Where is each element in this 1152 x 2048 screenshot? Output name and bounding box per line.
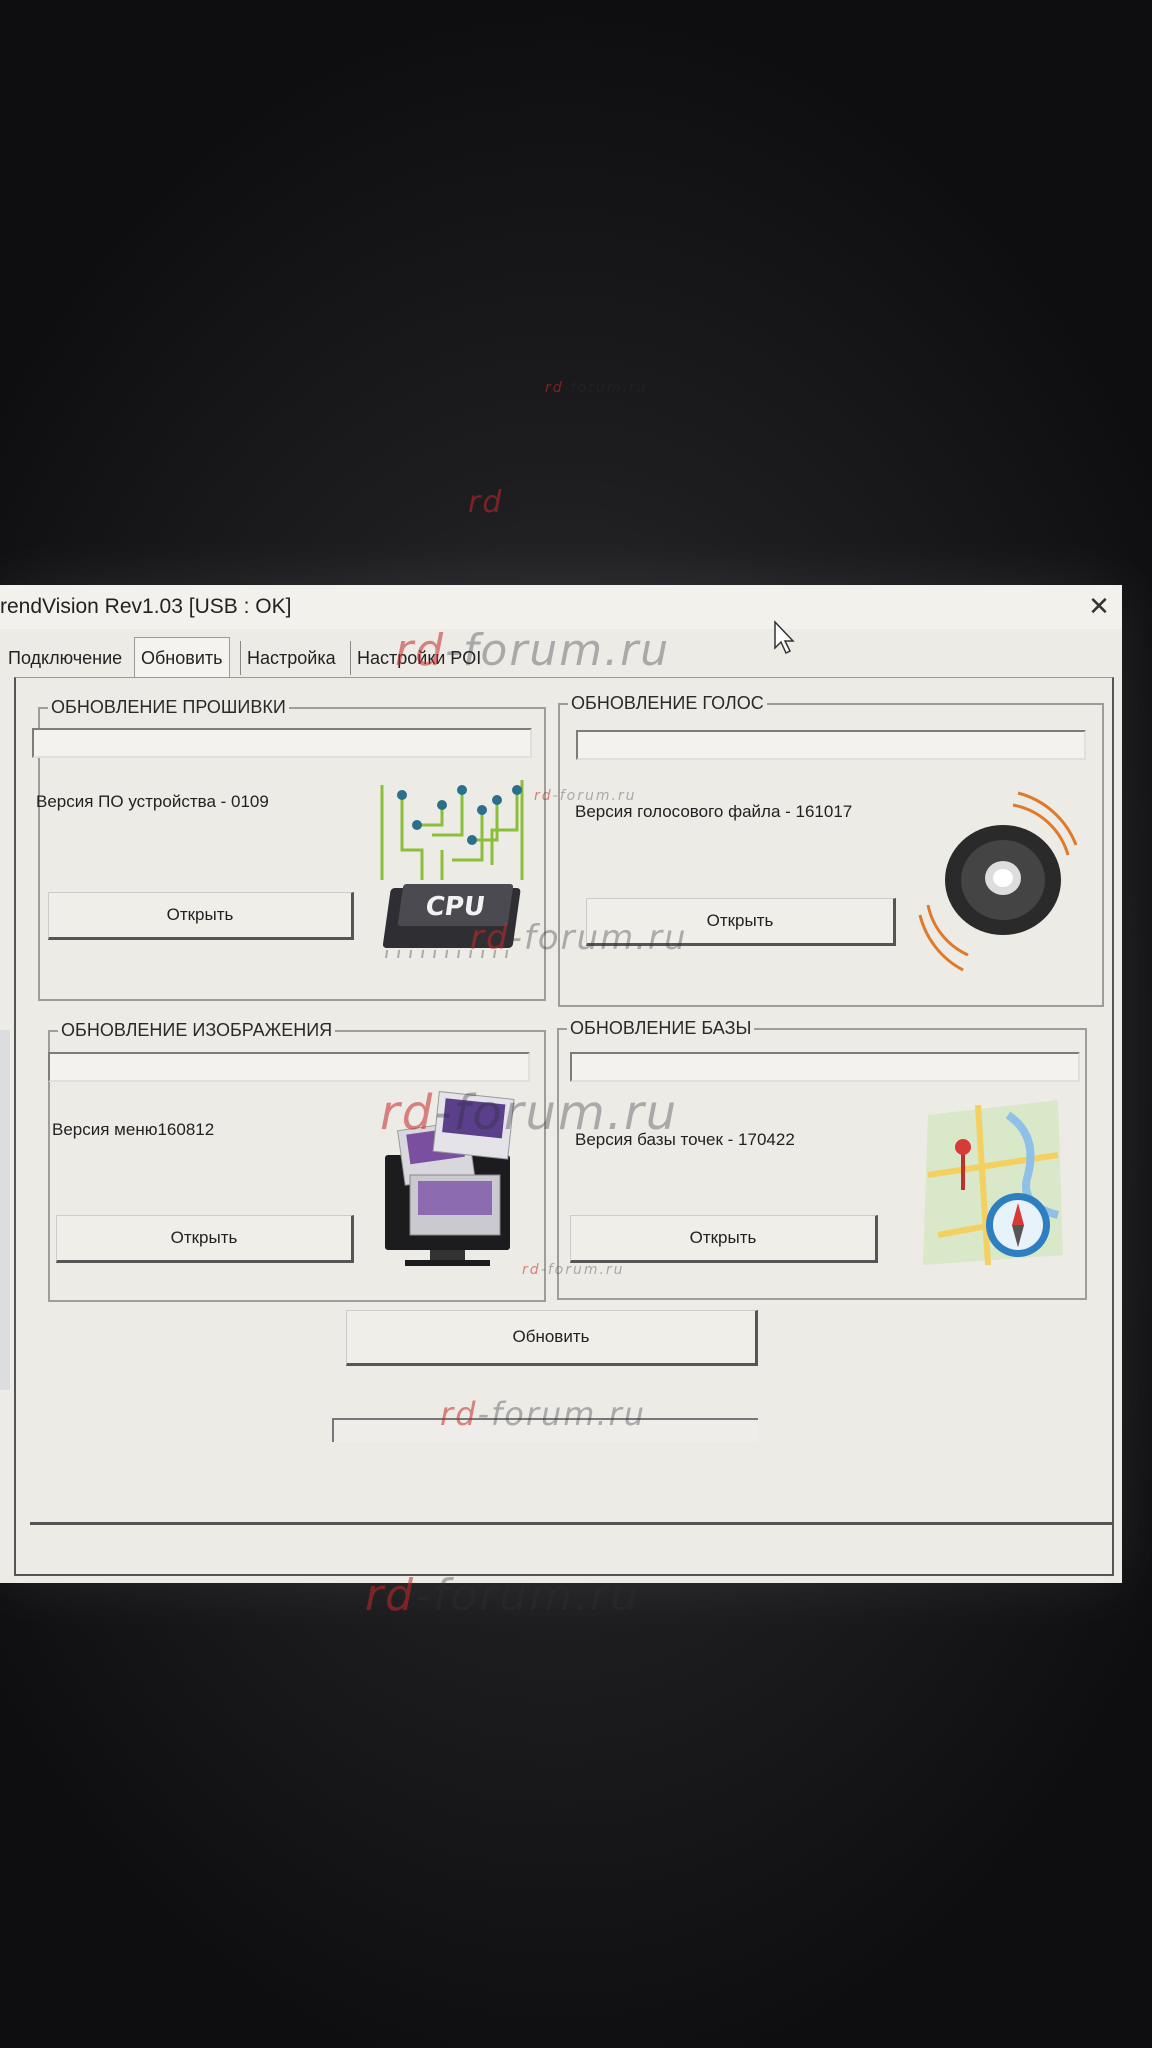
images-group-title: ОБНОВЛЕНИЕ ИЗОБРАЖЕНИЯ: [58, 1020, 336, 1041]
mouse-cursor-icon: [773, 620, 797, 661]
background-window-edge: [0, 1030, 10, 1390]
voice-open-button[interactable]: Открыть: [586, 898, 896, 946]
total-progress-bar: [332, 1418, 758, 1442]
cpu-icon: CPU: [372, 770, 532, 970]
images-open-button[interactable]: Открыть: [56, 1215, 354, 1263]
voice-group-title: ОБНОВЛЕНИЕ ГОЛОС: [568, 693, 767, 714]
update-button[interactable]: Обновить: [346, 1310, 758, 1366]
tab-poi-settings[interactable]: Настройки POI: [350, 641, 487, 675]
tab-update[interactable]: Обновить: [134, 637, 230, 678]
images-progress-bar: [48, 1052, 530, 1082]
firmware-progress-bar: [32, 728, 532, 758]
firmware-open-button[interactable]: Открыть: [48, 892, 354, 940]
images-monitor-icon: [380, 1085, 530, 1275]
close-button[interactable]: ✕: [1084, 591, 1114, 621]
voice-version: Версия голосового файла - 161017: [575, 802, 853, 821]
voice-progress-bar: [576, 730, 1086, 760]
window-title: rendVision Rev1.03 [USB : OK]: [0, 595, 292, 618]
tab-bar: Подключение Обновить Настройка Настройки…: [0, 637, 1122, 678]
database-group-title: ОБНОВЛЕНИЕ БАЗЫ: [567, 1018, 755, 1039]
firmware-version: Версия ПО устройства - 0109: [36, 792, 269, 811]
speaker-icon: [918, 785, 1078, 975]
images-version: Версия меню160812: [52, 1120, 215, 1139]
database-version: Версия базы точек - 170422: [575, 1130, 795, 1149]
database-open-button[interactable]: Открыть: [570, 1215, 878, 1263]
tab-connection[interactable]: Подключение: [2, 641, 128, 675]
title-bar[interactable]: rendVision Rev1.03 [USB : OK] ✕: [0, 585, 1122, 629]
watermark: rd: [468, 485, 504, 520]
database-progress-bar: [570, 1052, 1080, 1082]
map-compass-icon: [918, 1095, 1068, 1275]
watermark: rd-forum.ru: [545, 380, 648, 396]
firmware-group-title: ОБНОВЛЕНИЕ ПРОШИВКИ: [48, 697, 289, 718]
tab-settings[interactable]: Настройка: [240, 641, 342, 675]
panel-border: [30, 1522, 1112, 1525]
cpu-label: CPU: [423, 892, 486, 922]
